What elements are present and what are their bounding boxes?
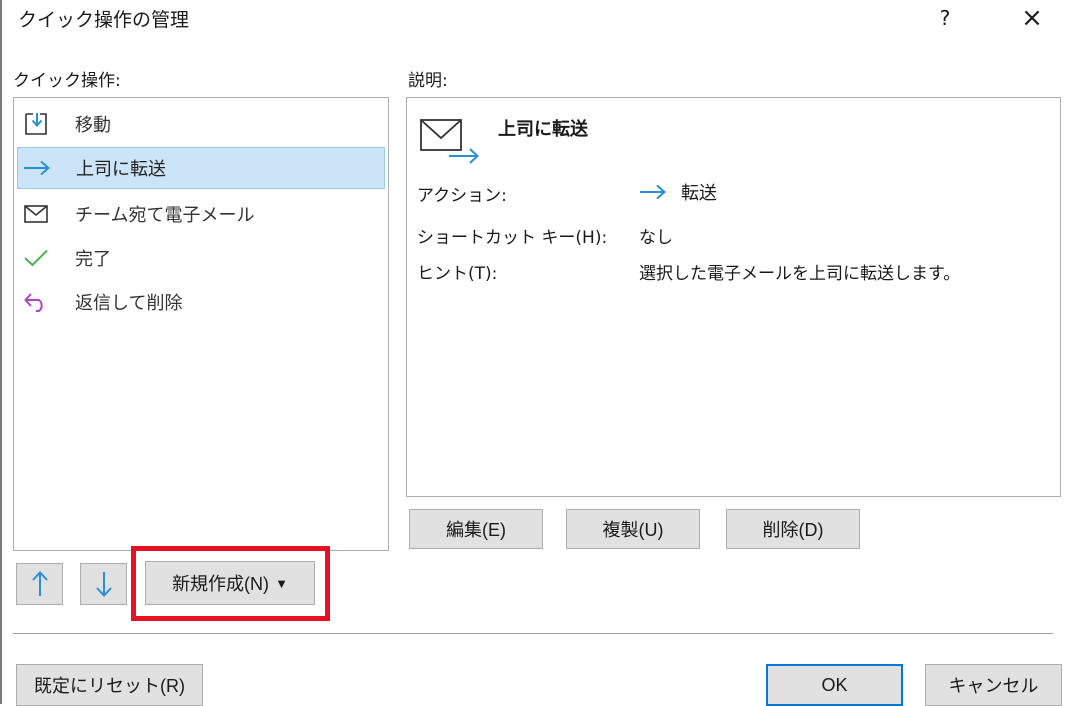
mail-forward-icon bbox=[419, 118, 481, 172]
close-button[interactable]: × bbox=[1010, 0, 1054, 36]
window-left-border bbox=[0, 0, 2, 704]
shortcut-value: なし bbox=[639, 228, 673, 248]
close-icon: × bbox=[1021, 3, 1043, 33]
list-item-label: 返信して削除 bbox=[75, 293, 183, 314]
list-item-forward-to-manager[interactable]: 上司に転送 bbox=[17, 147, 385, 189]
list-item-reply-and-delete[interactable]: 返信して削除 bbox=[17, 281, 385, 323]
arrow-up-icon bbox=[31, 571, 49, 597]
duplicate-button[interactable]: 複製(U) bbox=[566, 509, 700, 549]
edit-button[interactable]: 編集(E) bbox=[409, 509, 543, 549]
shortcut-label: ショートカット キー(H): bbox=[417, 228, 608, 248]
list-item-label: 上司に転送 bbox=[76, 159, 166, 180]
checkmark-icon bbox=[21, 243, 51, 273]
forward-arrow-icon bbox=[639, 184, 667, 200]
forward-arrow-icon bbox=[22, 153, 52, 183]
hint-label: ヒント(T): bbox=[417, 264, 498, 284]
highlight-annotation bbox=[131, 546, 330, 621]
cancel-button[interactable]: キャンセル bbox=[925, 664, 1062, 706]
description-label: 説明: bbox=[408, 71, 448, 91]
quick-steps-list[interactable]: 移動 上司に転送 チーム宛て電子メール 完了 返信して削除 bbox=[13, 97, 389, 551]
move-down-button[interactable] bbox=[80, 563, 127, 605]
list-item-team-email[interactable]: チーム宛て電子メール bbox=[17, 193, 385, 235]
list-item-move[interactable]: 移動 bbox=[17, 103, 385, 145]
help-button[interactable]: ? bbox=[925, 0, 965, 36]
move-up-button[interactable] bbox=[16, 563, 63, 605]
reset-to-default-button[interactable]: 既定にリセット(R) bbox=[16, 664, 203, 706]
list-item-label: 完了 bbox=[75, 249, 111, 270]
separator bbox=[13, 633, 1053, 634]
list-item-done[interactable]: 完了 bbox=[17, 237, 385, 279]
list-item-label: チーム宛て電子メール bbox=[75, 205, 255, 226]
action-value: 転送 bbox=[639, 179, 717, 205]
hint-value: 選択した電子メールを上司に転送します。 bbox=[639, 264, 961, 284]
reply-arrow-icon bbox=[21, 287, 51, 317]
dialog-title: クイック操作の管理 bbox=[18, 9, 190, 31]
arrow-down-icon bbox=[95, 571, 113, 597]
description-title: 上司に転送 bbox=[498, 119, 588, 140]
description-panel: 上司に転送 アクション: 転送 ショートカット キー(H): なし ヒント(T)… bbox=[406, 97, 1061, 497]
envelope-icon bbox=[21, 199, 51, 229]
action-label: アクション: bbox=[417, 186, 507, 206]
action-value-text: 転送 bbox=[681, 183, 717, 204]
help-icon: ? bbox=[939, 6, 951, 30]
list-item-label: 移動 bbox=[75, 115, 111, 136]
move-to-folder-icon bbox=[21, 109, 51, 139]
quick-steps-label: クイック操作: bbox=[13, 71, 121, 91]
delete-button[interactable]: 削除(D) bbox=[726, 509, 860, 549]
ok-button[interactable]: OK bbox=[766, 664, 903, 706]
